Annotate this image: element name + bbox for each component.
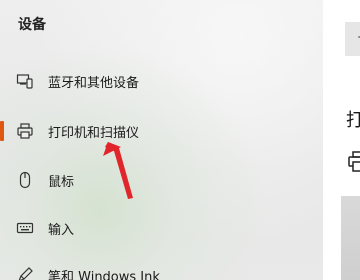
- keyboard-icon: [16, 219, 34, 237]
- sidebar-item-printers[interactable]: 打印机和扫描仪: [0, 112, 323, 150]
- sidebar-item-input[interactable]: 输入: [0, 209, 323, 247]
- pen-icon: [16, 266, 34, 280]
- sidebar-item-label: 输入: [48, 223, 75, 238]
- device-tile[interactable]: [341, 196, 360, 280]
- settings-window: 设备 蓝牙和其他设备 打印机和扫描仪 鼠标 输入 笔和 Windows Ink …: [0, 0, 360, 280]
- sidebar-title: 设备: [18, 17, 46, 33]
- bluetooth-devices-icon: [16, 72, 34, 90]
- sidebar-item-mouse[interactable]: 鼠标: [0, 161, 323, 199]
- section-heading: 打: [346, 110, 360, 131]
- sidebar-item-label: 笔和 Windows Ink: [48, 270, 160, 280]
- mouse-icon: [16, 171, 34, 189]
- sidebar-item-label: 鼠标: [48, 175, 75, 190]
- sidebar-item-label: 蓝牙和其他设备: [48, 76, 140, 91]
- content-pane: + 打: [323, 0, 360, 280]
- sidebar: 设备 蓝牙和其他设备 打印机和扫描仪 鼠标 输入 笔和 Windows Ink: [0, 0, 323, 280]
- printer-icon: [347, 150, 360, 178]
- sidebar-item-bluetooth[interactable]: 蓝牙和其他设备: [0, 62, 323, 100]
- sidebar-item-label: 打印机和扫描仪: [48, 126, 140, 141]
- sidebar-item-pen[interactable]: 笔和 Windows Ink: [0, 256, 323, 280]
- printer-icon: [16, 122, 34, 140]
- selection-indicator: [0, 121, 4, 141]
